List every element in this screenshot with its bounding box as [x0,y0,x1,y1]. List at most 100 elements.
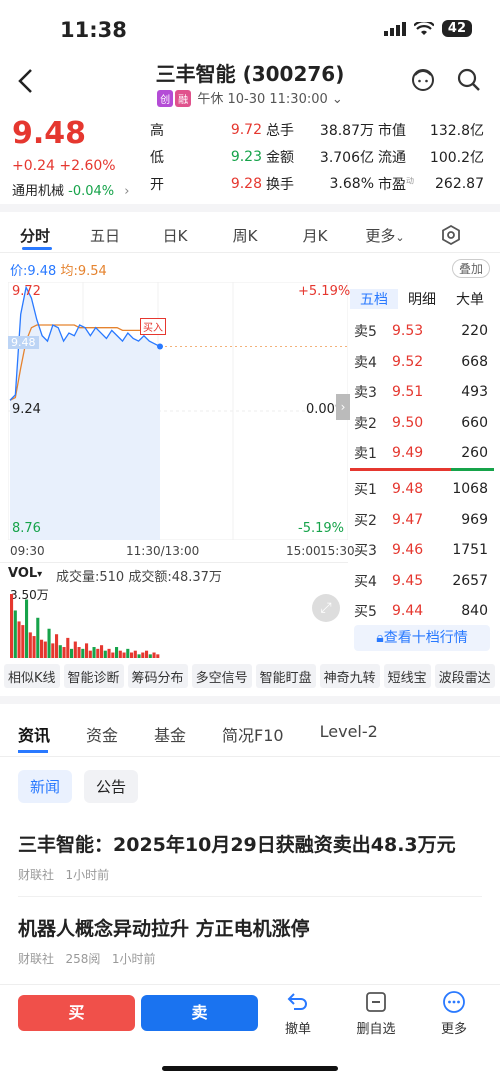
news-item-meta: 财联社 1小时前 [18,866,109,883]
volume-bar [148,654,152,658]
level-price: 9.49 [392,445,424,462]
tool-button[interactable]: 筹码分布 [127,664,188,688]
tool-button[interactable]: 智能盯盘 [255,664,316,688]
volume-selector[interactable]: VOL▾ [8,566,42,581]
tab-five-levels[interactable]: 五档 [350,289,398,309]
orderbook-row[interactable]: 卖4 9.52 668 [350,347,494,378]
tag-margin: 融 [175,90,192,107]
tool-button[interactable]: 相似K线 [4,664,60,688]
news-tab[interactable]: 简况F10 [222,722,284,746]
volume-bar [13,610,17,658]
tool-button[interactable]: 智能诊断 [63,664,124,688]
volume-divider [0,562,348,563]
current-price-tag: 9.48 [8,336,39,349]
volume-bar [107,648,111,658]
more-label: 更多 [440,1022,467,1037]
news-tab[interactable]: 资金 [86,722,118,746]
news-tab[interactable]: 基金 [154,722,186,746]
tag-chinext: 创 [157,90,174,107]
orderbook-row[interactable]: 卖3 9.51 493 [350,377,494,408]
chart-settings-icon[interactable] [440,224,462,246]
volume-bar [32,636,36,658]
level-label: 卖1 [354,446,377,463]
volume-bar [118,650,122,658]
level-volume: 1068 [452,481,488,498]
ten-levels-button[interactable]: 🔒︎查看十档行情 [354,625,490,651]
stat-value: 9.28 [230,175,262,192]
tab-large-orders[interactable]: 大单 [446,289,494,309]
home-indicator [162,1066,338,1071]
orderbook-row[interactable]: 买2 9.47 969 [350,505,494,536]
tool-button[interactable]: 短线宝 [383,664,431,688]
news-tab[interactable]: 资讯 [18,722,50,746]
sell-button[interactable]: 卖 [141,995,258,1031]
tab-five-day[interactable]: 五日 [70,225,140,246]
volume-bar [36,617,40,658]
tool-bar: 相似K线 智能诊断 筹码分布 多空信号 智能盯盘 神奇九转 短线宝 波段雷达 [0,664,500,688]
y-label-low: 8.76 [12,521,41,536]
price-legend-value: 价:9.48 [10,264,57,279]
level-volume: 493 [461,384,488,401]
more-dots-icon [443,991,465,1013]
search-icon[interactable] [456,67,482,93]
price-legend: 价:9.48 均:9.54 [10,260,107,279]
stat-value: 132.8亿 [429,122,484,139]
stat-label: 高 [150,122,164,139]
tool-button[interactable]: 神奇九转 [319,664,380,688]
section-divider [0,696,500,704]
orderbook-row[interactable]: 买1 9.48 1068 [350,474,494,505]
orderbook-row[interactable]: 卖2 9.50 660 [350,408,494,439]
cancel-order-button[interactable]: 撤单 [268,990,328,1037]
level-volume: 840 [461,603,488,620]
orderbook-row[interactable]: 卖1 9.49 260 [350,438,494,469]
remove-watchlist-button[interactable]: 删自选 [346,990,406,1037]
cancel-order-label: 撤单 [284,1022,311,1037]
stat-value: 3.706亿 [319,149,374,166]
collapse-orderbook-arrow-icon[interactable]: › [336,394,350,420]
pill-announcements[interactable]: 公告 [84,770,139,803]
cellular-signal-icon [383,21,406,36]
tool-button[interactable]: 多空信号 [191,664,252,688]
level-price: 9.52 [392,353,424,370]
level-price: 9.48 [392,481,424,498]
tab-weekly-k[interactable]: 周K [210,225,280,246]
orderbook-row[interactable]: 卖5 9.53 220 [350,316,494,347]
x-label: 11:30/13:00 [126,544,200,558]
stat-label: 低 [150,149,164,166]
level-price: 9.53 [392,323,424,340]
more-button[interactable]: 更多 [424,990,484,1037]
tool-button[interactable]: 波段雷达 [434,664,495,688]
tab-monthly-k[interactable]: 月K [280,225,350,246]
orderbook-row[interactable]: 买3 9.46 1751 [350,535,494,566]
tab-details[interactable]: 明细 [398,289,446,309]
tab-daily-k[interactable]: 日K [140,225,210,246]
x-label: 15:00 [286,544,321,558]
intraday-chart[interactable] [8,282,348,540]
pill-news[interactable]: 新闻 [18,770,73,803]
fullscreen-icon[interactable]: ⤢ [312,594,340,622]
tab-more[interactable]: 更多⌄ [350,225,420,246]
sector-link[interactable]: 通用机械 -0.04% › [12,180,130,199]
buy-button[interactable]: 买 [18,995,135,1031]
volume-bar [70,648,74,658]
volume-bar [145,650,149,658]
orderbook-row[interactable]: 买4 9.45 2657 [350,566,494,597]
tab-more-label: 更多 [365,226,396,245]
news-item-title[interactable]: 三丰智能：2025年10月29日获融资卖出48.3万元 [18,830,456,857]
undo-icon [287,993,307,1010]
advisor-avatar-icon[interactable] [410,66,436,92]
level-label: 买3 [354,543,377,560]
volume-bar [62,647,66,658]
volume-bar [92,647,96,658]
news-tab[interactable]: Level-2 [320,722,378,746]
tab-intraday[interactable]: 分时 [0,225,70,246]
overlay-button[interactable]: 叠加 [452,259,491,278]
news-item-title[interactable]: 机器人概念异动拉升 方正电机涨停 [18,914,310,941]
news-tab-underline [18,750,48,753]
orderbook-row[interactable]: 买5 9.44 840 [350,596,494,627]
status-time: 11:38 [60,18,127,42]
section-divider [0,204,500,212]
avg-legend-value: 均:9.54 [60,264,107,279]
volume-summary: 成交量:510 成交额:48.37万 [56,570,222,585]
volume-bar [96,648,100,658]
